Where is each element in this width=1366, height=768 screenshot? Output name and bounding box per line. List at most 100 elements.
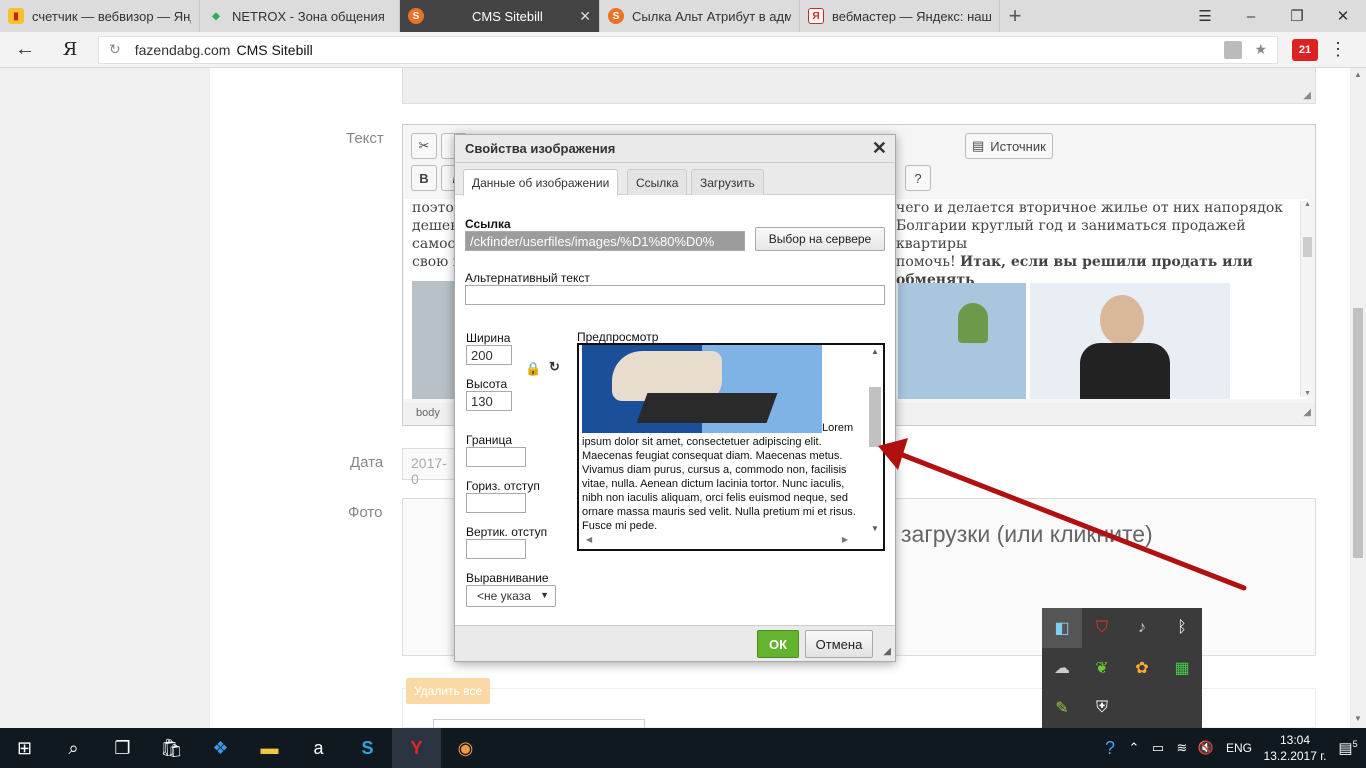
tab-link[interactable]: Ссылка	[627, 169, 688, 195]
cancel-button[interactable]: Отмена	[805, 630, 873, 658]
preview-label: Предпросмотр	[577, 330, 659, 344]
new-tab-button[interactable]: +	[1000, 0, 1030, 32]
height-input[interactable]: 130	[466, 391, 512, 411]
yandex-logo-icon[interactable]: Я	[50, 39, 90, 60]
vspace-input[interactable]	[466, 539, 526, 559]
chevron-up-icon[interactable]: ⌃	[1122, 740, 1146, 756]
notifications-count: 5	[1352, 739, 1358, 749]
browser-tab-5[interactable]: Я вебмастер — Яндекс: нашл	[800, 0, 1000, 32]
preview-hscrollbar[interactable]: ◀ ▶	[582, 535, 866, 547]
scroll-down-icon[interactable]: ▼	[1354, 714, 1362, 723]
browse-server-button[interactable]: Выбор на сервере	[755, 227, 885, 251]
editor-scrollbar[interactable]: ▲ ▼	[1300, 201, 1314, 397]
notifications-icon[interactable]: ▤5	[1330, 739, 1366, 757]
window-controls: ☰ – ❐ ✕	[1182, 0, 1366, 32]
align-select[interactable]: <не указа ▼	[466, 585, 556, 607]
audio-device-icon[interactable]: ♪	[1122, 608, 1162, 648]
close-tab-icon[interactable]: ✕	[579, 8, 591, 25]
previous-editor-bottom: ◢	[402, 68, 1316, 104]
minimize-icon[interactable]: –	[1228, 0, 1274, 32]
clock[interactable]: 13:04 13.2.2017 г.	[1260, 732, 1330, 764]
search-icon[interactable]: ⌕	[49, 728, 98, 768]
store-icon[interactable]: 🛍	[147, 728, 196, 768]
back-arrow-icon[interactable]: ←	[0, 38, 50, 61]
editor-image-woman[interactable]	[1030, 283, 1230, 399]
extension-badge[interactable]: 21	[1292, 38, 1318, 61]
browser-tab-2[interactable]: ◆ NETROX - Зона общения	[200, 0, 400, 32]
file-explorer-icon[interactable]: ▬	[245, 728, 294, 768]
lock-ratio-icon[interactable]: 🔒	[525, 361, 541, 377]
chevron-down-icon: ▼	[540, 590, 549, 600]
task-view-icon[interactable]: ❐	[98, 728, 147, 768]
delete-all-button[interactable]: Удалить все	[406, 678, 490, 704]
resize-grip-icon[interactable]: ◢	[883, 646, 891, 657]
tool-icon[interactable]: ✎	[1042, 688, 1082, 728]
url-field[interactable]: ↻ fazendabg.com CMS Sitebill ★	[98, 35, 1278, 64]
ok-button[interactable]: ОК	[757, 630, 799, 658]
date-input[interactable]: 2017-0	[402, 448, 462, 487]
restore-icon[interactable]: ❐	[1274, 0, 1320, 32]
url-input[interactable]: /ckfinder/userfiles/images/%D1%80%D0%	[465, 231, 745, 251]
wifi-icon[interactable]: ≋	[1170, 740, 1194, 756]
hspace-input[interactable]	[466, 493, 526, 513]
border-input[interactable]	[466, 447, 526, 467]
close-icon[interactable]: ✕	[872, 138, 887, 159]
editor-image-1[interactable]	[412, 281, 460, 399]
protect-icon[interactable]	[1224, 40, 1243, 59]
reset-size-icon[interactable]: ↻	[549, 359, 560, 375]
text-field-label: Текст	[346, 130, 384, 147]
source-button[interactable]: ▤ Источник	[965, 133, 1053, 159]
leaf-icon[interactable]: ❦	[1082, 648, 1122, 688]
close-window-icon[interactable]: ✕	[1320, 0, 1366, 32]
bold-button[interactable]: B	[411, 165, 437, 191]
bluetooth-icon[interactable]: ᛒ	[1162, 608, 1202, 648]
app-tray-icon[interactable]: ◧	[1042, 608, 1082, 648]
align-label: Выравнивание	[466, 571, 549, 585]
cloud-icon[interactable]: ☁	[1042, 648, 1082, 688]
battery-icon[interactable]: ▭	[1146, 740, 1170, 756]
alt-text-input[interactable]	[465, 285, 885, 305]
language-indicator[interactable]: ENG	[1226, 741, 1252, 755]
browser-tab-1[interactable]: ▮ счетчик — вебвизор — Янд	[0, 0, 200, 32]
menu-icon[interactable]: ☰	[1182, 0, 1228, 32]
width-label: Ширина	[466, 331, 511, 345]
image-preview[interactable]: Lorem ipsum dolor sit amet, consectetuer…	[577, 343, 885, 551]
windows-start-icon[interactable]: ⊞	[0, 728, 49, 768]
star-icon[interactable]: ★	[1254, 41, 1267, 59]
shield-red-icon[interactable]: ⛉	[1082, 608, 1122, 648]
tab-title: CMS Sitebill	[472, 8, 543, 24]
browser-tab-4[interactable]: S Сылка Альт Атрибут в адми	[600, 0, 800, 32]
element-path[interactable]: body	[416, 407, 440, 419]
browser-tab-3[interactable]: S CMS Sitebill ✕	[400, 0, 600, 32]
tab-title: счетчик — вебвизор — Янд	[32, 8, 191, 24]
tab-upload[interactable]: Загрузить	[691, 169, 764, 195]
url-domain: fazendabg.com	[134, 41, 231, 58]
scroll-up-icon[interactable]: ▲	[1354, 70, 1362, 79]
editor-image-house[interactable]	[898, 283, 1026, 399]
width-input[interactable]: 200	[466, 345, 512, 365]
help-button[interactable]: ?	[905, 165, 931, 191]
help-icon[interactable]: ?	[1098, 738, 1122, 759]
resize-grip-icon[interactable]: ◢	[1303, 90, 1311, 101]
preview-scrollbar[interactable]: ▲ ▼	[869, 347, 881, 533]
flower-icon[interactable]: ✿	[1122, 648, 1162, 688]
dialog-footer: ОК Отмена ◢	[455, 625, 895, 661]
amazon-icon[interactable]: a	[294, 728, 343, 768]
defender-icon[interactable]: ⛨	[1082, 688, 1122, 728]
reload-icon[interactable]: ↻	[109, 41, 121, 58]
page-scrollbar[interactable]: ▲ ▼	[1350, 68, 1366, 728]
dropbox-icon[interactable]: ❖	[196, 728, 245, 768]
date-field-label: Дата	[350, 454, 384, 471]
resize-grip-icon[interactable]: ◢	[1303, 407, 1311, 418]
more-icon[interactable]: ⋮	[1328, 39, 1348, 60]
skype-icon[interactable]: S	[343, 728, 392, 768]
tab-title: вебмастер — Яндекс: нашл	[832, 8, 991, 24]
tab-image-data[interactable]: Данные об изображении	[463, 169, 619, 196]
volume-mute-icon[interactable]: 🔇	[1194, 740, 1218, 756]
scrollbar-thumb[interactable]	[1353, 308, 1363, 558]
yandex-browser-icon[interactable]: Y	[392, 728, 441, 768]
cut-icon[interactable]: ✂	[411, 133, 437, 159]
chrome-icon[interactable]: ◉	[441, 728, 490, 768]
preview-image	[582, 345, 822, 433]
grid-app-icon[interactable]: ▦	[1162, 648, 1202, 688]
